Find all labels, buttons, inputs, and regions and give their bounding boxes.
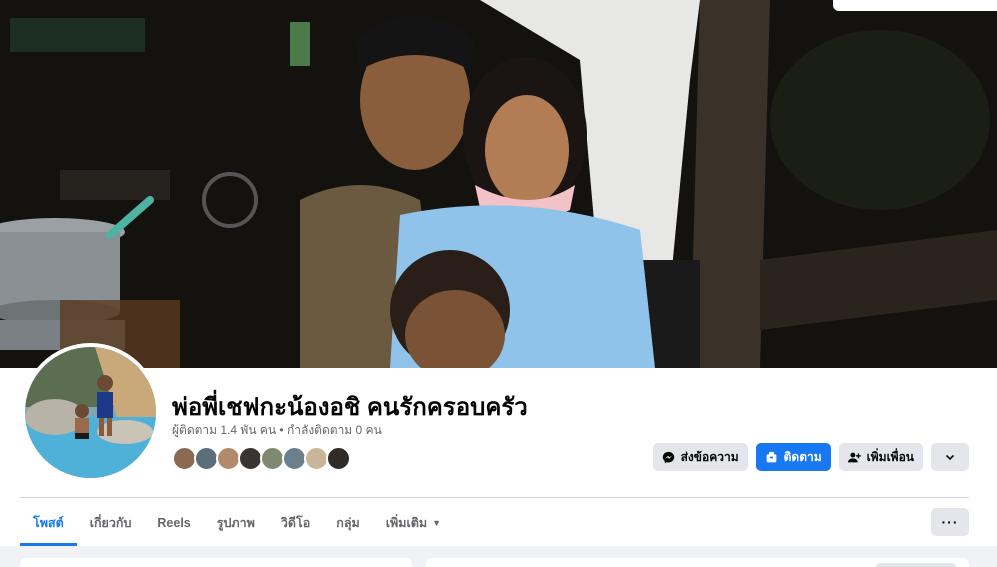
tab-label: วิดีโอ [280,516,311,530]
follow-button[interactable]: ติดตาม [755,443,831,471]
cover-photo-illustration [0,0,997,368]
follower-avatars [172,446,351,471]
follower-avatar[interactable] [326,446,351,471]
tab-label: Reels [157,516,191,530]
follow-icon [765,450,779,464]
more-actions-dropdown[interactable] [931,443,969,471]
cover-photo[interactable] [0,0,997,368]
followers-count[interactable]: ผู้ติดตาม 1.4 พัน คน [172,423,276,437]
message-button[interactable]: ส่งข้อความ [652,443,748,471]
profile-page: พ่อพี่เชฟกะน้องอชิ คนรักครอบครัว ผู้ติดต… [0,0,997,567]
tab-groups[interactable]: กลุ่ม [323,500,372,546]
tab-label: รูปภาพ [216,516,255,530]
stats-separator: • [276,423,287,437]
add-friend-button[interactable]: เพิ่มเพื่อน [838,443,923,471]
tab-reels[interactable]: Reels [144,500,203,546]
add-friend-label: เพิ่มเพื่อน [866,449,914,464]
follow-label: ติดตาม [783,449,822,464]
cover-corner-panel [833,0,997,11]
following-count[interactable]: กำลังติดตาม 0 คน [287,423,382,437]
tab-posts[interactable]: โพสต์ [20,500,77,546]
tab-more[interactable]: เพิ่มเติม ▼ [373,500,454,546]
tab-about[interactable]: เกี่ยวกับ [77,500,145,546]
chevron-down-icon [943,450,957,464]
header-divider [20,497,969,498]
profile-avatar[interactable] [21,343,160,482]
profile-actions: ส่งข้อความ ติดตาม เพิ่มเพื่อน [652,443,969,471]
messenger-icon [662,450,676,464]
add-friend-icon [848,450,862,464]
more-dots-button[interactable]: ··· [931,508,969,536]
caret-down-icon: ▼ [432,518,442,528]
tab-label: โพสต์ [33,516,64,530]
tab-label: เพิ่มเติม [385,516,428,530]
follower-stats: ผู้ติดตาม 1.4 พัน คน • กำลังติดตาม 0 คน [172,421,382,440]
filter-button[interactable] [876,563,956,567]
tab-label: เกี่ยวกับ [89,516,132,530]
message-label: ส่งข้อความ [680,449,739,464]
tab-photos[interactable]: รูปภาพ [204,500,268,546]
tab-label: กลุ่ม [336,516,360,530]
avatar-illustration [25,347,156,478]
more-dots-icon: ··· [941,514,959,530]
tab-videos[interactable]: วิดีโอ [268,500,323,546]
profile-tabs: โพสต์ เกี่ยวกับ Reels รูปภาพ วิดีโอ กลุ่… [20,500,454,546]
intro-card [20,558,412,567]
